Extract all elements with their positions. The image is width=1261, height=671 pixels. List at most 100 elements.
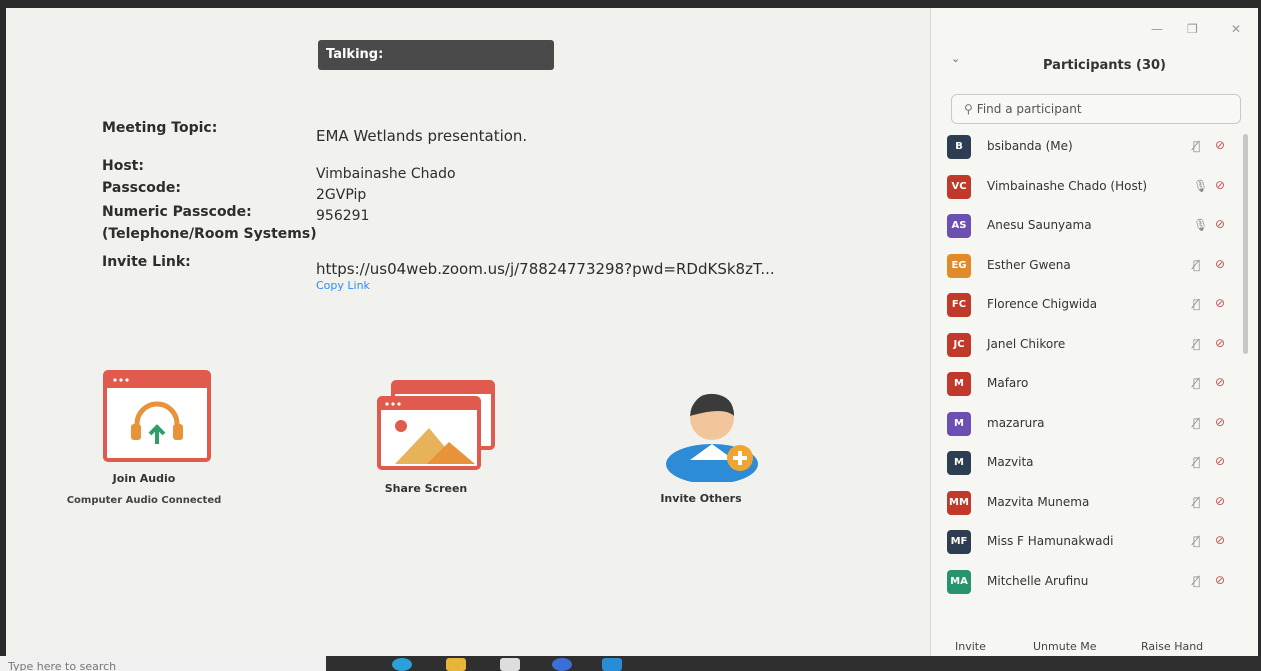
participants-title: Participants (30) [1043, 58, 1166, 73]
avatar: M [947, 372, 971, 396]
microphone-icon[interactable]: 🎙 [1193, 179, 1208, 193]
share-screen-label: Share Screen [384, 482, 468, 495]
mic-muted-icon[interactable]: 🎙̸ [1193, 574, 1200, 588]
avatar: M [947, 451, 971, 475]
avatar: MF [947, 530, 971, 554]
video-off-icon[interactable]: ⊘ [1215, 533, 1225, 547]
mic-muted-icon[interactable]: 🎙̸ [1193, 495, 1200, 509]
invite-link-label: Invite Link: [102, 254, 191, 270]
numeric-passcode-value: 956291 [316, 208, 370, 224]
zoom-taskbar-icon[interactable] [602, 658, 622, 671]
video-off-icon[interactable]: ⊘ [1215, 257, 1225, 271]
participant-row[interactable]: MF Miss F Hamunakwadi 🎙̸ ⊘ [931, 523, 1241, 563]
search-icon: ⚲ [964, 102, 973, 116]
mic-muted-icon[interactable]: 🎙̸ [1193, 297, 1200, 311]
avatar: EG [947, 253, 971, 278]
host-value: Vimbainashe Chado [316, 166, 456, 182]
passcode-value: 2GVPip [316, 187, 367, 203]
participant-row[interactable]: AS Anesu Saunyama 🎙 ⊘ [931, 207, 1241, 247]
avatar: VC [947, 174, 971, 199]
participant-search-input[interactable]: ⚲ Find a participant [951, 94, 1241, 124]
microphone-icon[interactable]: 🎙 [1193, 218, 1208, 232]
participant-row[interactable]: MM Mazvita Munema 🎙̸ ⊘ [931, 484, 1241, 524]
mic-muted-icon[interactable]: 🎙̸ [1193, 534, 1200, 548]
invite-person-icon [665, 393, 758, 484]
video-off-icon[interactable]: ⊘ [1215, 296, 1225, 310]
raise-hand-button[interactable]: Raise Hand [1141, 640, 1203, 653]
participant-name: Esther Gwena [987, 257, 1071, 272]
invite-link-value: https://us04web.zoom.us/j/78824773298?pw… [316, 260, 775, 278]
join-audio-label: Join Audio [112, 472, 176, 485]
participant-name: Mazvita Munema [987, 494, 1090, 509]
participant-row[interactable]: M Mafaro 🎙̸ ⊘ [931, 365, 1241, 405]
talking-indicator: Talking: [318, 40, 554, 70]
meeting-topic-label: Meeting Topic: [102, 120, 218, 136]
mic-muted-icon[interactable]: 🎙̸ [1193, 376, 1200, 390]
search-placeholder: Find a participant [976, 102, 1082, 116]
participants-panel: — ❐ ✕ ⌄ Participants (30) ⚲ Find a partic… [930, 8, 1258, 656]
mic-muted-icon[interactable]: 🎙̸ [1193, 139, 1200, 153]
close-icon[interactable]: ✕ [1231, 22, 1241, 36]
share-screen-button[interactable]: Share Screen [346, 380, 506, 495]
participant-row[interactable]: Bbsibanda (Me) 🎙̸ ⊘ [931, 128, 1241, 168]
avatar: MA [947, 569, 971, 594]
avatar: B [947, 135, 971, 159]
passcode-label: Passcode: [102, 180, 182, 196]
participant-name: Mazvita [987, 455, 1034, 469]
video-off-icon[interactable]: ⊘ [1215, 573, 1225, 587]
participant-name: Mitchelle Arufinu [987, 573, 1089, 588]
participant-row[interactable]: JC Janel Chikore 🎙̸ ⊘ [931, 326, 1241, 366]
participant-list: Bbsibanda (Me) 🎙̸ ⊘ VC Vimbainashe Chado (Ho… [931, 128, 1241, 602]
avatar: AS [947, 214, 971, 238]
chevron-down-icon[interactable]: ⌄ [951, 52, 960, 65]
participant-row[interactable]: EG Esther Gwena 🎙̸ ⊘ [931, 247, 1241, 287]
avatar: M [947, 411, 971, 436]
join-audio-button[interactable]: Join Audio Computer Audio Connected [64, 370, 224, 506]
app-icon[interactable] [552, 658, 572, 671]
mic-muted-icon[interactable]: 🎙̸ [1193, 416, 1200, 430]
video-off-icon[interactable]: ⊘ [1215, 336, 1225, 350]
participant-name: Florence Chigwida [987, 297, 1098, 311]
headphones-icon [103, 370, 211, 462]
restore-icon[interactable]: ❐ [1187, 22, 1198, 36]
store-icon[interactable] [500, 658, 520, 671]
participant-name: Anesu Saunyama [987, 218, 1092, 232]
video-off-icon[interactable]: ⊘ [1215, 415, 1225, 429]
zoom-window: Talking: Meeting Topic: EMA Wetlands pre… [6, 8, 1258, 656]
participant-name: Mafaro [987, 376, 1029, 390]
minimize-icon[interactable]: — [1151, 22, 1163, 36]
participant-row[interactable]: M Mazvita 🎙̸ ⊘ [931, 444, 1241, 484]
video-off-icon[interactable]: ⊘ [1215, 494, 1225, 508]
meeting-topic-value: EMA Wetlands presentation. [316, 127, 528, 145]
video-off-icon[interactable]: ⊘ [1215, 454, 1225, 468]
taskbar-search-input[interactable]: Type here to search [0, 656, 326, 671]
audio-status-label: Computer Audio Connected [66, 495, 222, 506]
video-off-icon[interactable]: ⊘ [1215, 217, 1225, 231]
browser-icon[interactable] [392, 658, 412, 671]
participants-scrollbar[interactable] [1243, 134, 1248, 354]
avatar: MM [947, 490, 971, 515]
participant-row[interactable]: Mmazarura 🎙̸ ⊘ [931, 405, 1241, 445]
participant-name: Janel Chikore [987, 336, 1066, 351]
participant-name: Vimbainashe Chado (Host) [987, 178, 1148, 193]
video-off-icon[interactable]: ⊘ [1215, 138, 1225, 152]
participant-row[interactable]: VC Vimbainashe Chado (Host) 🎙 ⊘ [931, 168, 1241, 208]
video-off-icon[interactable]: ⊘ [1215, 375, 1225, 389]
participant-row[interactable]: MA Mitchelle Arufinu 🎙̸ ⊘ [931, 563, 1241, 603]
mic-muted-icon[interactable]: 🎙̸ [1193, 258, 1200, 272]
participant-name: mazarura [987, 415, 1045, 430]
unmute-me-button[interactable]: Unmute Me [1033, 640, 1097, 653]
mic-muted-icon[interactable]: 🎙̸ [1193, 337, 1200, 351]
avatar: JC [947, 332, 971, 357]
mic-muted-icon[interactable]: 🎙̸ [1193, 455, 1200, 469]
folder-icon[interactable] [446, 658, 466, 671]
numeric-passcode-sublabel: (Telephone/Room Systems) [102, 226, 317, 242]
participant-row[interactable]: FC Florence Chigwida 🎙̸ ⊘ [931, 286, 1241, 326]
share-screen-icon [376, 380, 495, 470]
copy-link[interactable]: Copy Link [316, 279, 370, 292]
invite-button[interactable]: Invite [955, 640, 986, 653]
invite-others-button[interactable]: Invite Others [626, 382, 776, 505]
host-label: Host: [102, 158, 144, 174]
video-off-icon[interactable]: ⊘ [1215, 178, 1225, 192]
avatar: FC [947, 293, 971, 317]
